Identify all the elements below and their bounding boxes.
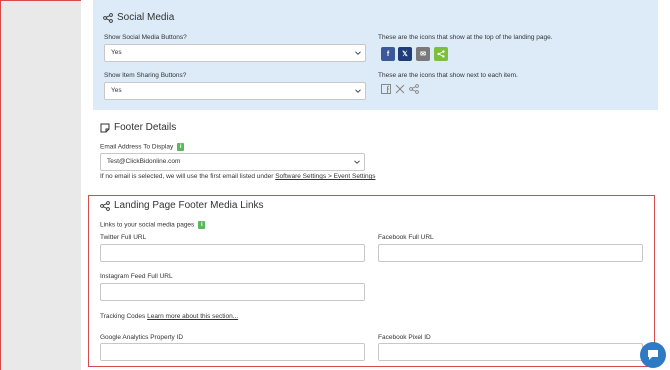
email-display-select[interactable]: Test@ClickBidonline.com: [100, 153, 365, 171]
highlight-outline: [88, 195, 655, 367]
email-icon: ✉: [420, 51, 426, 58]
share-nodes-icon: [103, 12, 113, 23]
show-social-buttons-label: Show Social Media Buttons?: [104, 34, 187, 41]
chevron-down-icon: [355, 51, 361, 55]
email-fallback-note: If no email is selected, we will use the…: [100, 173, 375, 180]
chat-button[interactable]: [640, 342, 666, 368]
email-share-button[interactable]: ✉: [416, 47, 430, 61]
footer-details-heading: Footer Details: [100, 122, 176, 133]
top-icons-note: These are the icons that show at the top…: [378, 34, 553, 41]
info-icon[interactable]: i: [177, 143, 185, 151]
x-small-icon: [395, 84, 405, 94]
email-display-label: Email Address To Display: [100, 143, 174, 151]
share-icon: [437, 50, 445, 58]
facebook-small-icon: [381, 84, 391, 94]
left-border: [0, 0, 1, 370]
email-display-label-row: Email Address To Display i: [100, 143, 185, 151]
show-sharing-select[interactable]: Yes: [104, 82, 366, 100]
generic-share-button[interactable]: [434, 47, 448, 61]
email-display-value: Test@ClickBidonline.com: [107, 158, 181, 165]
show-sharing-value: Yes: [111, 87, 122, 94]
note-icon: [100, 123, 110, 132]
item-icons-note: These are the icons that show next to ea…: [378, 72, 518, 79]
footer-details-title: Footer Details: [114, 122, 177, 133]
show-sharing-label: Show Item Sharing Buttons?: [104, 72, 187, 79]
share-small-icon: [409, 84, 419, 94]
x-share-button[interactable]: 𝕏: [398, 47, 412, 61]
show-social-buttons-select[interactable]: Yes: [104, 44, 366, 62]
social-media-heading: Social Media: [103, 12, 174, 23]
facebook-icon: f: [386, 50, 390, 58]
chat-bubble-icon: [648, 350, 658, 360]
social-media-panel: Social Media Show Social Media Buttons? …: [93, 0, 658, 110]
email-fallback-note-text: If no email is selected, we will use the…: [100, 173, 276, 180]
chevron-down-icon: [354, 160, 360, 164]
facebook-share-button[interactable]: f: [381, 47, 395, 61]
software-settings-link[interactable]: Software Settings > Event Settings: [275, 173, 375, 180]
x-icon: 𝕏: [402, 51, 408, 58]
chevron-down-icon: [355, 89, 361, 93]
show-social-buttons-value: Yes: [111, 49, 122, 56]
social-media-title: Social Media: [117, 12, 175, 23]
